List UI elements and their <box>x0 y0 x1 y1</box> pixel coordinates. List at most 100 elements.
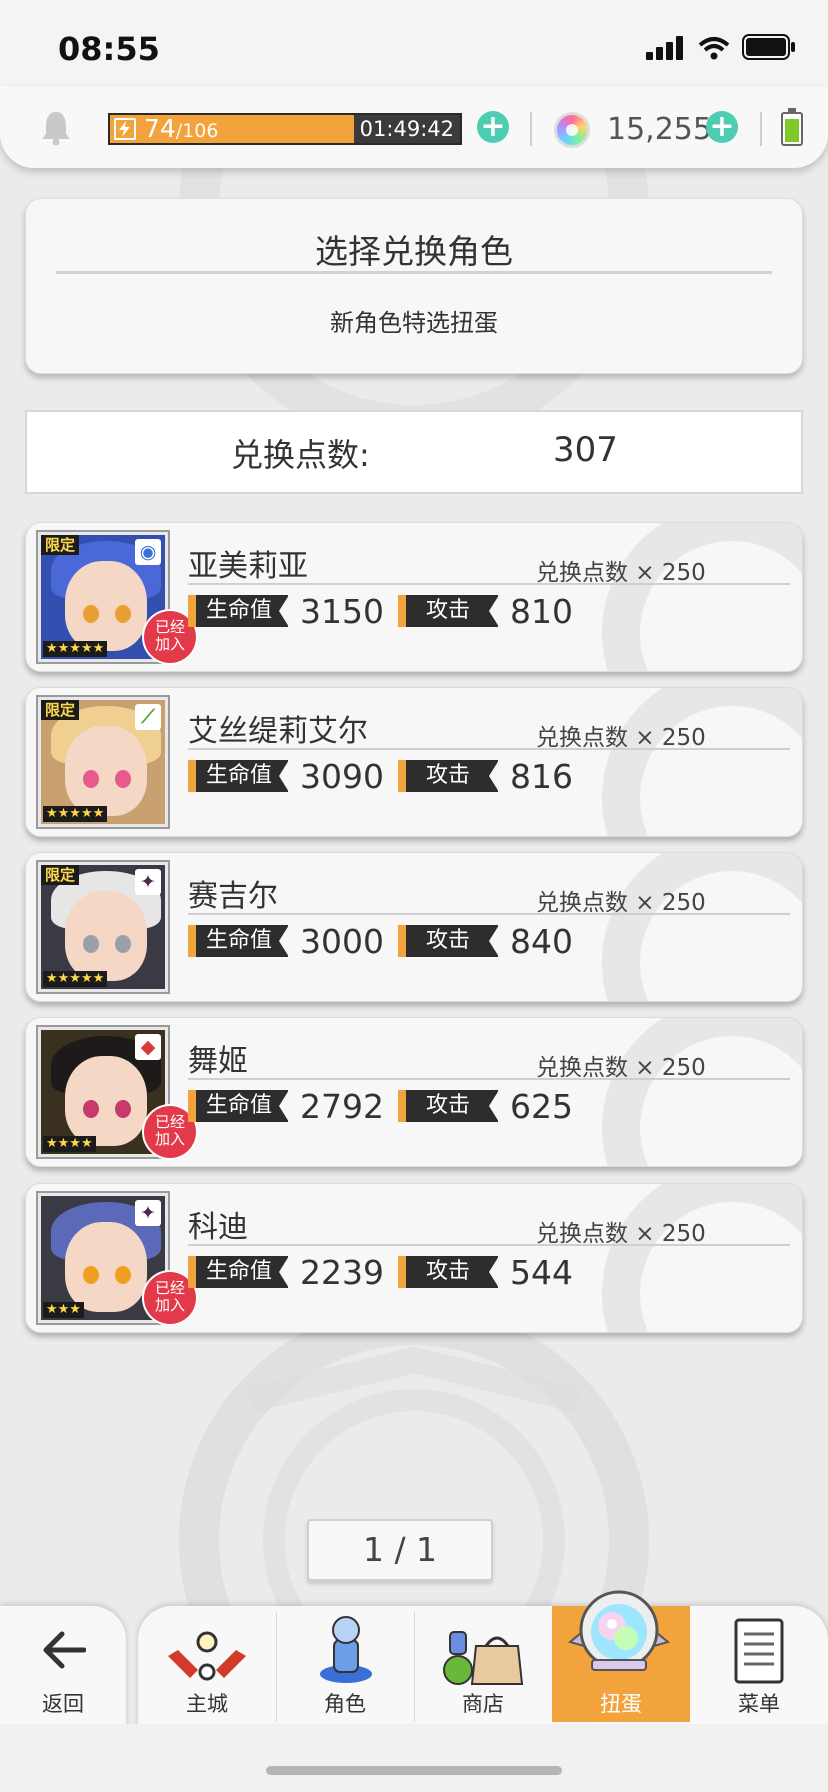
castle-icon <box>168 1631 246 1681</box>
exchange-cost: 兑换点数 × 250 <box>536 560 706 586</box>
stamina-current: 74 <box>144 114 176 143</box>
joined-badge-line: 已经 <box>154 1279 185 1297</box>
name-divider <box>188 913 790 915</box>
status-icons <box>646 34 796 60</box>
dark-star-icon: ✦ <box>135 1200 161 1226</box>
rarity-stars: ★★★★ <box>43 1136 96 1152</box>
atk-label: 攻击 <box>398 760 499 792</box>
page-subtitle: 新角色特选扭蛋 <box>330 309 498 337</box>
battery-status-icon <box>742 34 795 60</box>
character-name: 赛吉尔 <box>188 879 278 914</box>
name-divider <box>188 583 790 585</box>
stat-row: 生命值 2239 攻击 544 <box>188 1253 573 1292</box>
rarity-stars: ★★★ <box>43 1302 84 1318</box>
portrait-eye <box>83 1266 99 1284</box>
character-card[interactable]: ✦ ★★★ 已经 加入 科迪 兑换点数 × 250 生命值 2239 攻击 544 <box>25 1183 803 1333</box>
nav-home[interactable]: 主城 <box>138 1606 276 1722</box>
gem-icon <box>554 112 590 148</box>
wind-leaf-icon: ⟋ <box>135 704 161 730</box>
limited-badge: 限定 <box>41 865 80 885</box>
hp-value: 3000 <box>300 921 384 961</box>
exchange-points-label: 兑换点数: <box>231 436 370 474</box>
portrait-face <box>65 1056 147 1146</box>
character-card[interactable]: 限定 ✦ ★★★★★ 赛吉尔 兑换点数 × 250 生命值 3000 攻击 840 <box>25 852 803 1002</box>
shop-bag-icon <box>443 1631 524 1685</box>
character-name: 艾丝缇莉艾尔 <box>188 714 368 749</box>
hp-label: 生命值 <box>188 1256 289 1288</box>
resource-bar: 74/106 01:49:42 + 15,255 + <box>0 86 828 168</box>
hp-label: 生命值 <box>188 760 289 792</box>
exchange-cost: 兑换点数 × 250 <box>536 1221 706 1247</box>
wifi-icon <box>698 37 730 60</box>
page-indicator[interactable]: 1 / 1 <box>307 1519 493 1581</box>
joined-badge-line: 加入 <box>154 1130 185 1148</box>
page-title: 选择兑换角色 <box>315 232 513 271</box>
hp-value: 2239 <box>300 1252 384 1292</box>
limited-badge: 限定 <box>41 535 80 555</box>
fire-diamond-icon: ◆ <box>135 1034 161 1060</box>
portrait-face <box>65 891 147 981</box>
atk-label: 攻击 <box>398 595 499 627</box>
portrait-eye <box>83 1100 99 1118</box>
joined-badge-line: 已经 <box>154 618 185 636</box>
character-card[interactable]: 限定 ⟋ ★★★★★ 艾丝缇莉艾尔 兑换点数 × 250 生命值 3090 攻击 816 <box>25 687 803 837</box>
cellular-signal-icon <box>646 36 683 60</box>
nav-shop[interactable]: 商店 <box>414 1606 552 1722</box>
portrait-eye <box>115 605 131 623</box>
card-emblem <box>602 523 802 671</box>
character-portrait[interactable]: 限定 ✦ ★★★★★ <box>36 860 170 994</box>
gacha-orb-icon <box>567 1590 671 1671</box>
stat-row: 生命值 3150 攻击 810 <box>188 592 573 631</box>
joined-badge-line: 加入 <box>154 635 185 653</box>
stat-row: 生命值 3000 攻击 840 <box>188 922 573 961</box>
character-card[interactable]: 限定 ◉ ★★★★★ 已经 加入 亚美莉亚 兑换点数 × 250 生命值 3150 攻击 810 <box>25 522 803 672</box>
character-name: 亚美莉亚 <box>188 549 308 584</box>
bell-icon[interactable] <box>40 110 72 146</box>
portrait-eye <box>83 935 99 953</box>
character-portrait[interactable]: 限定 ⟋ ★★★★★ <box>36 695 170 829</box>
atk-value: 625 <box>510 1086 573 1126</box>
portrait-face <box>65 1222 147 1312</box>
add-gem-button[interactable]: + <box>706 111 738 143</box>
portrait-eye <box>83 605 99 623</box>
add-stamina-button[interactable]: + <box>477 111 509 143</box>
status-time: 08:55 <box>58 30 160 68</box>
portrait-eye <box>115 770 131 788</box>
card-emblem <box>602 1018 802 1166</box>
joined-badge-line: 加入 <box>154 1296 185 1314</box>
nav-characters[interactable]: 角色 <box>276 1606 414 1722</box>
hp-value: 2792 <box>300 1086 384 1126</box>
dark-star-icon: ✦ <box>135 869 161 895</box>
portrait-face <box>65 561 147 651</box>
stamina-max: /106 <box>175 120 219 142</box>
rarity-stars: ★★★★★ <box>43 971 108 987</box>
character-icon <box>320 1616 372 1683</box>
stamina-value: 74/106 <box>144 115 218 145</box>
limited-badge: 限定 <box>41 700 80 720</box>
atk-label: 攻击 <box>398 1256 499 1288</box>
atk-value: 544 <box>510 1252 573 1292</box>
back-label: 返回 <box>42 1692 84 1716</box>
divider <box>760 112 762 146</box>
name-divider <box>188 1078 790 1080</box>
exchange-points-panel: 兑换点数: 307 <box>25 410 803 494</box>
hp-label: 生命值 <box>188 595 289 627</box>
nav-label: 菜单 <box>738 1692 780 1716</box>
stamina-timer: 01:49:42 <box>359 117 454 141</box>
nav-menu[interactable]: 菜单 <box>690 1606 828 1722</box>
exchange-points-value: 307 <box>553 430 618 470</box>
atk-label: 攻击 <box>398 1090 499 1122</box>
character-card[interactable]: ◆ ★★★★ 已经 加入 舞姬 兑换点数 × 250 生命值 2792 攻击 625 <box>25 1017 803 1167</box>
hp-label: 生命值 <box>188 1090 289 1122</box>
water-circle-icon: ◉ <box>135 539 161 565</box>
joined-badge-line: 已经 <box>154 1113 185 1131</box>
nav-label: 角色 <box>324 1692 366 1716</box>
back-arrow-icon[interactable] <box>40 1630 86 1670</box>
portrait-eye <box>115 1100 131 1118</box>
home-indicator[interactable] <box>266 1766 562 1775</box>
atk-value: 816 <box>510 756 573 796</box>
stamina-bar: 74/106 01:49:42 <box>108 113 462 145</box>
rarity-stars: ★★★★★ <box>43 806 108 822</box>
stat-row: 生命值 3090 攻击 816 <box>188 757 573 796</box>
portrait-face <box>65 726 147 816</box>
